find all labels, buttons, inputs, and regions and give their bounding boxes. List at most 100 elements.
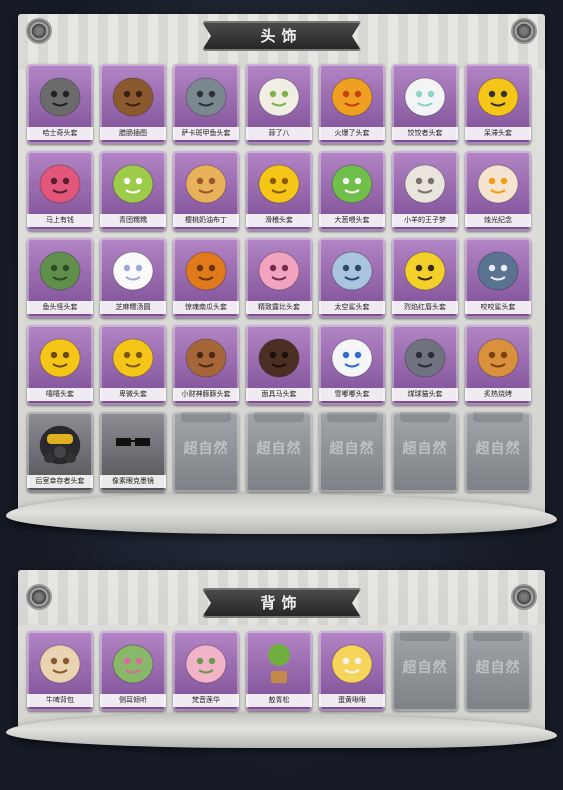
item-card[interactable]: 梵音莲华: [173, 631, 239, 711]
coal-cat-mask-icon: [400, 331, 450, 381]
slot-tab: [327, 412, 377, 422]
item-card[interactable]: 惊魂南瓜头套: [173, 238, 239, 318]
pine-bonsai-icon: [254, 637, 304, 687]
item-card[interactable]: 滑稽头套: [246, 151, 312, 231]
item-card[interactable]: 炙热烧烤: [465, 325, 531, 405]
fish-mask-icon: [181, 70, 231, 120]
empty-slot: 超自然: [465, 412, 531, 492]
item-card[interactable]: 咬咬鲨头套: [465, 238, 531, 318]
placeholder-logo: 超自然: [183, 441, 229, 457]
item-card[interactable]: 蛋黄啾啾: [319, 631, 385, 711]
item-label: 蒜了八: [246, 127, 312, 140]
candle-mask-icon: [473, 157, 523, 207]
item-card[interactable]: 萨卡斑甲鱼头套: [173, 64, 239, 144]
item-label: 小羊的王子梦: [392, 214, 458, 227]
placeholder-logo: 超自然: [256, 441, 302, 457]
slot-tab: [400, 412, 450, 422]
item-label: 煤球猫头套: [392, 388, 458, 401]
item-label: 哈士奇头套: [27, 127, 93, 140]
slot-tab: [473, 631, 523, 641]
item-label: 后室幸存者头套: [27, 475, 93, 488]
backwear-grid: 牛啤背包 侧耳倾听 梵音莲华 敖青松 蛋黄啾啾 超自然 超自然: [27, 631, 531, 711]
item-card[interactable]: 精致露比头套: [246, 238, 312, 318]
headwear-panel: 头饰 哈士奇头套 腊肠插图 萨卡斑甲鱼头套 蒜了八 火爆了头套 饺饺者头套 呆滞头套 马上有钱…: [18, 14, 545, 521]
dumpling-mask-icon: [400, 70, 450, 120]
pumpkin-mask-icon: [181, 244, 231, 294]
item-label: 饺饺者头套: [392, 127, 458, 140]
husky-mask-icon: [35, 70, 85, 120]
item-card[interactable]: 牛啤背包: [27, 631, 93, 711]
empty-slot: 超自然: [319, 412, 385, 492]
ruby-mask-icon: [254, 244, 304, 294]
item-card[interactable]: 鱼头怪头套: [27, 238, 93, 318]
funny-face-mask-icon: [254, 157, 304, 207]
item-card[interactable]: 嘻嘻头套: [27, 325, 93, 405]
item-card[interactable]: 卑微头套: [100, 325, 166, 405]
humble-face-mask-icon: [108, 331, 158, 381]
section-title-backwear: 背饰: [201, 588, 362, 618]
space-shark-mask-icon: [327, 244, 377, 294]
pudding-mask-icon: [181, 157, 231, 207]
item-label: 烈焰红唇头套: [392, 301, 458, 314]
biting-shark-mask-icon: [473, 244, 523, 294]
item-card[interactable]: 烛光纪念: [465, 151, 531, 231]
item-card[interactable]: 樱桃奶油布丁: [173, 151, 239, 231]
slot-tab: [181, 412, 231, 422]
item-card[interactable]: 雪嘟嘟头套: [319, 325, 385, 405]
item-card[interactable]: 火爆了头套: [319, 64, 385, 144]
fish-monster-mask-icon: [35, 244, 85, 294]
placeholder-logo: 超自然: [402, 441, 448, 457]
item-label: 呆滞头套: [465, 127, 531, 140]
chick-egg-icon: [327, 637, 377, 687]
item-card[interactable]: 太空鲨头套: [319, 238, 385, 318]
item-label: 卑微头套: [100, 388, 166, 401]
empty-slot: 超自然: [246, 412, 312, 492]
green-rice-ball-mask-icon: [108, 157, 158, 207]
item-card[interactable]: 呆滞头套: [465, 64, 531, 144]
item-card[interactable]: 像素眼克墨镜: [100, 412, 166, 492]
item-label: 滑稽头套: [246, 214, 312, 227]
corner-ornament-icon: [26, 584, 52, 610]
item-card[interactable]: 大葱喂头套: [319, 151, 385, 231]
corner-ornament-icon: [511, 584, 537, 610]
item-card[interactable]: 哈士奇头套: [27, 64, 93, 144]
pixel-sunglasses-icon: [108, 418, 158, 468]
placeholder-logo: 超自然: [329, 441, 375, 457]
corner-ornament-icon: [511, 18, 537, 44]
item-card[interactable]: 烈焰红唇头套: [392, 238, 458, 318]
corner-ornament-icon: [26, 18, 52, 44]
item-card[interactable]: 侧耳倾听: [100, 631, 166, 711]
placeholder-logo: 超自然: [475, 441, 521, 457]
garlic-mask-icon: [254, 70, 304, 120]
item-label: 腊肠插图: [100, 127, 166, 140]
empty-slot: 超自然: [465, 631, 531, 711]
item-card[interactable]: 后室幸存者头套: [27, 412, 93, 492]
item-label: 火爆了头套: [319, 127, 385, 140]
item-card[interactable]: 饺饺者头套: [392, 64, 458, 144]
lotus-icon: [181, 637, 231, 687]
backwear-panel: 背饰 牛啤背包 侧耳倾听 梵音莲华 敖青松 蛋黄啾啾 超自然 超自然: [18, 570, 545, 732]
item-card[interactable]: 芝麻糯汤圆: [100, 238, 166, 318]
item-label: 牛啤背包: [27, 694, 93, 707]
item-card[interactable]: 马上有钱: [27, 151, 93, 231]
item-label: 敖青松: [246, 694, 312, 707]
snowman-mask-icon: [327, 331, 377, 381]
item-card[interactable]: 面具马头套: [246, 325, 312, 405]
item-label: 芝麻糯汤圆: [100, 301, 166, 314]
beer-backpack-icon: [35, 637, 85, 687]
item-card[interactable]: 青团糯糯: [100, 151, 166, 231]
item-label: 惊魂南瓜头套: [173, 301, 239, 314]
empty-slot: 超自然: [392, 631, 458, 711]
barbecue-mask-icon: [473, 331, 523, 381]
sheep-prince-mask-icon: [400, 157, 450, 207]
item-card[interactable]: 小羊的王子梦: [392, 151, 458, 231]
item-card[interactable]: 蒜了八: [246, 64, 312, 144]
item-card[interactable]: 敖青松: [246, 631, 312, 711]
item-card[interactable]: 腊肠插图: [100, 64, 166, 144]
grin-mask-icon: [35, 331, 85, 381]
item-card[interactable]: 煤球猫头套: [392, 325, 458, 405]
item-card[interactable]: 小财神豚豚头套: [173, 325, 239, 405]
item-label: 马上有钱: [27, 214, 93, 227]
item-label: 雪嘟嘟头套: [319, 388, 385, 401]
item-label: 小财神豚豚头套: [173, 388, 239, 401]
